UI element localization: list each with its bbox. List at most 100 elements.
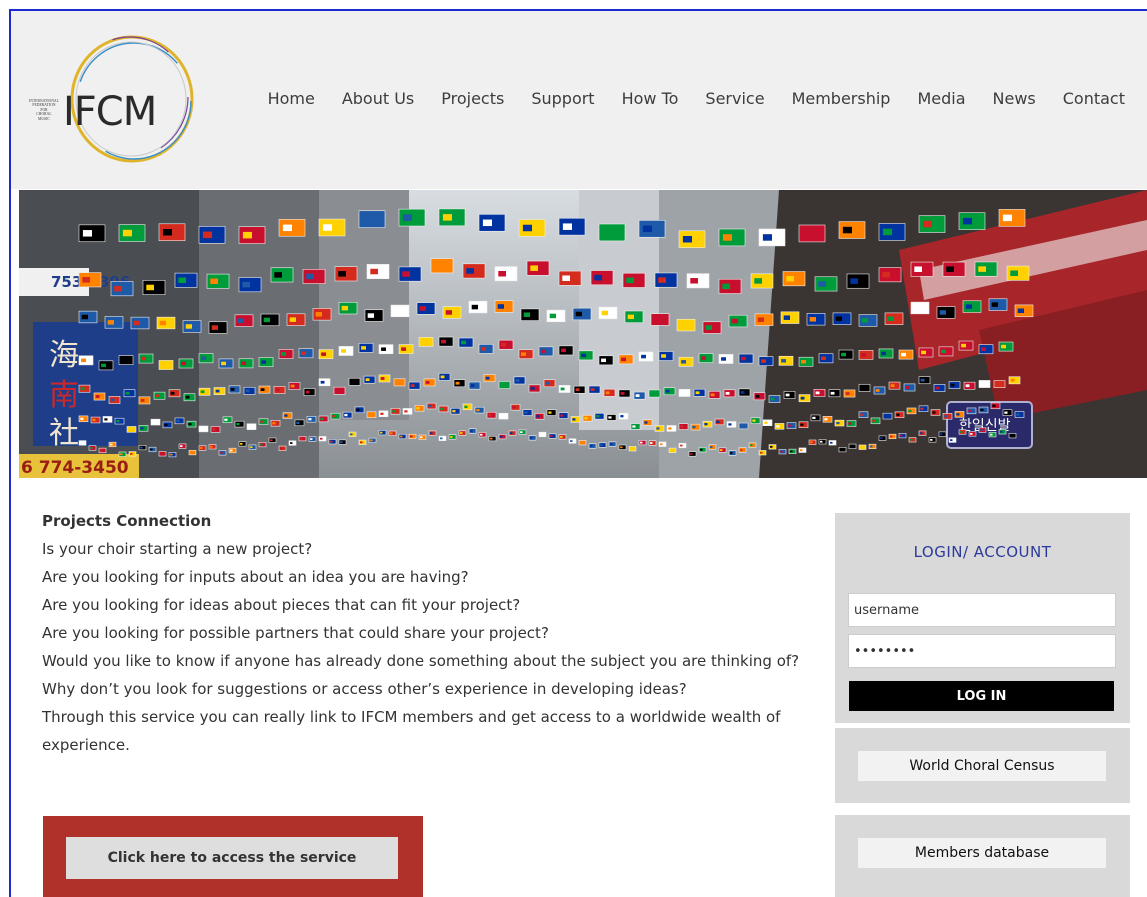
flag-emblem bbox=[146, 284, 154, 291]
flag-emblem bbox=[722, 283, 730, 290]
flag-emblem bbox=[81, 314, 88, 320]
flag-emblem bbox=[501, 342, 506, 347]
flag-emblem bbox=[224, 418, 228, 421]
flag-emblem bbox=[341, 349, 346, 353]
flag-emblem bbox=[200, 427, 204, 431]
flag-emblem bbox=[362, 215, 372, 223]
flag-emblem bbox=[107, 320, 114, 325]
ifcm-logo[interactable]: INTERNATIONAL FEDERATION FOR CHORAL MUSI… bbox=[19, 33, 199, 168]
flag-emblem bbox=[820, 440, 823, 443]
flag-emblem bbox=[550, 435, 553, 437]
flag-emblem bbox=[596, 415, 600, 418]
flag-emblem bbox=[740, 449, 743, 451]
nav-projects[interactable]: Projects bbox=[441, 89, 504, 108]
flag-emblem bbox=[882, 271, 890, 278]
nav-about-us[interactable]: About Us bbox=[342, 89, 414, 108]
nav-home[interactable]: Home bbox=[268, 89, 315, 108]
nav-service[interactable]: Service bbox=[705, 89, 764, 108]
flag-emblem bbox=[220, 451, 223, 454]
flag-emblem bbox=[341, 305, 348, 311]
flag-emblem bbox=[512, 406, 516, 409]
username-input[interactable] bbox=[848, 593, 1116, 627]
flag-emblem bbox=[802, 230, 812, 237]
access-service-button[interactable]: Click here to access the service bbox=[66, 837, 398, 879]
flag-emblem bbox=[783, 315, 790, 320]
site-header: INTERNATIONAL FEDERATION FOR CHORAL MUSI… bbox=[11, 11, 1147, 189]
world-choral-census-button[interactable]: World Choral Census bbox=[858, 751, 1106, 781]
flag-emblem bbox=[308, 418, 312, 421]
flag-emblem bbox=[114, 285, 122, 292]
nav-news[interactable]: News bbox=[993, 89, 1036, 108]
flag-emblem bbox=[121, 358, 126, 362]
flag-emblem bbox=[367, 313, 374, 318]
flag-emblem bbox=[181, 361, 186, 366]
flag-emblem bbox=[800, 396, 805, 400]
flag-emblem bbox=[680, 444, 683, 447]
flag-emblem bbox=[580, 441, 583, 444]
flag-emblem bbox=[890, 435, 893, 438]
flag-emblem bbox=[141, 356, 146, 361]
flag-emblem bbox=[930, 439, 933, 441]
flag-emblem bbox=[946, 266, 954, 272]
flag-emblem bbox=[716, 420, 720, 424]
flag-emblem bbox=[760, 451, 763, 454]
flag-emblem bbox=[887, 316, 894, 321]
flag-emblem bbox=[125, 391, 130, 395]
password-input[interactable] bbox=[848, 634, 1116, 668]
flag-emblem bbox=[810, 441, 813, 444]
flag-emblem bbox=[560, 414, 564, 417]
nav-media[interactable]: Media bbox=[917, 89, 965, 108]
flag-emblem bbox=[140, 399, 145, 402]
flag-emblem bbox=[481, 347, 486, 351]
flag-emblem bbox=[140, 427, 144, 430]
flag-emblem bbox=[950, 383, 955, 387]
flag-emblem bbox=[460, 432, 463, 434]
flag-emblem bbox=[560, 387, 565, 391]
flag-emblem bbox=[680, 391, 685, 395]
flag-emblem bbox=[322, 224, 332, 231]
flag-emblem bbox=[562, 223, 572, 230]
flag-emblem bbox=[381, 347, 386, 351]
flag-emblem bbox=[992, 404, 996, 407]
flag-emblem bbox=[289, 317, 296, 322]
flag-emblem bbox=[110, 398, 115, 402]
flag-emblem bbox=[380, 431, 383, 434]
flag-emblem bbox=[1004, 411, 1008, 414]
flag-emblem bbox=[841, 352, 846, 357]
flag-emblem bbox=[941, 349, 946, 354]
flag-emblem bbox=[421, 340, 426, 344]
flag-emblem bbox=[402, 271, 410, 277]
flag-emblem bbox=[730, 452, 733, 454]
nav-membership[interactable]: Membership bbox=[792, 89, 891, 108]
flag-emblem bbox=[320, 417, 324, 421]
flag-emblem bbox=[590, 445, 593, 447]
flag-emblem bbox=[185, 324, 192, 329]
flag-emblem bbox=[81, 358, 86, 363]
flag-emblem bbox=[835, 316, 842, 321]
login-button[interactable]: LOG IN bbox=[849, 681, 1114, 711]
flag-emblem bbox=[658, 277, 666, 283]
flag-emblem bbox=[236, 422, 240, 426]
flag-emblem bbox=[1010, 434, 1013, 437]
flag-emblem bbox=[970, 433, 973, 435]
flag-emblem bbox=[263, 317, 270, 323]
flag-emblem bbox=[728, 423, 732, 426]
nav-how-to[interactable]: How To bbox=[622, 89, 679, 108]
flag-emblem bbox=[330, 440, 333, 443]
flag-emblem bbox=[470, 430, 473, 432]
flag-emblem bbox=[545, 381, 550, 385]
nav-support[interactable]: Support bbox=[531, 89, 594, 108]
flag-emblem bbox=[940, 433, 943, 436]
flag-emblem bbox=[1010, 270, 1018, 276]
flag-emblem bbox=[122, 229, 132, 237]
flag-emblem bbox=[393, 308, 400, 314]
flag-emblem bbox=[965, 304, 972, 309]
flag-emblem bbox=[210, 278, 218, 285]
flag-emblem bbox=[861, 318, 868, 323]
members-database-button[interactable]: Members database bbox=[858, 838, 1106, 868]
flag-emblem bbox=[440, 407, 444, 411]
flag-emblem bbox=[200, 447, 203, 449]
flag-emblem bbox=[296, 421, 300, 424]
nav-contact[interactable]: Contact bbox=[1063, 89, 1125, 108]
flag-emblem bbox=[230, 449, 233, 452]
